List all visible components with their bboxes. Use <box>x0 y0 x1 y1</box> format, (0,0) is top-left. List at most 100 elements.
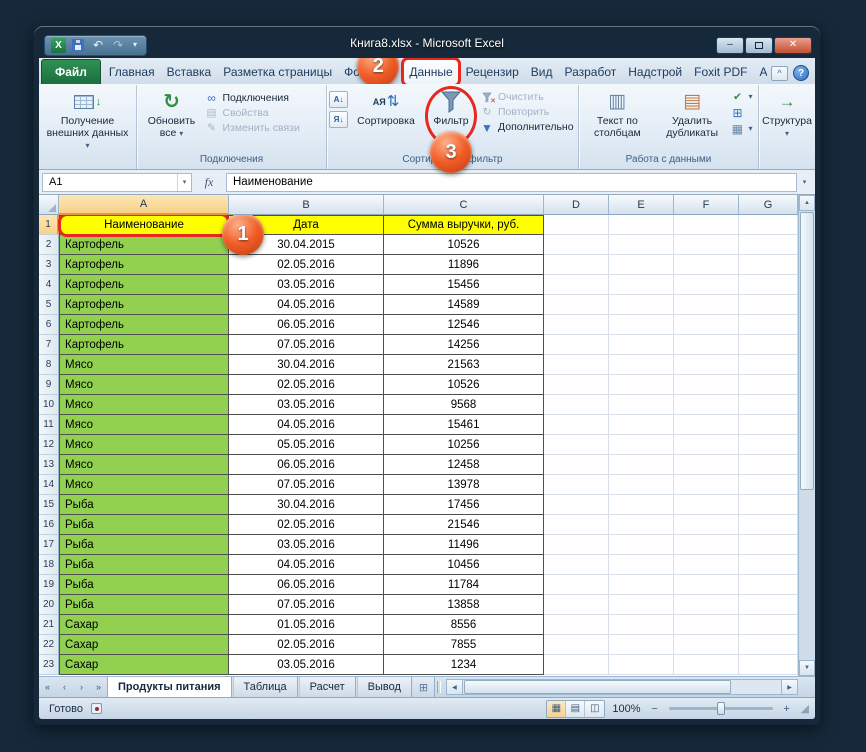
cell-E12[interactable] <box>609 435 674 455</box>
select-all-corner[interactable] <box>39 195 59 215</box>
first-sheet-button[interactable]: « <box>39 677 56 697</box>
row-header-20[interactable]: 20 <box>39 595 59 615</box>
cell-A7[interactable]: Картофель <box>59 335 229 355</box>
edit-links-button[interactable]: ✎Изменить связи <box>205 123 323 134</box>
cell-G7[interactable] <box>739 335 798 355</box>
row-header-21[interactable]: 21 <box>39 615 59 635</box>
scroll-down-button[interactable]: ▼ <box>799 660 815 676</box>
name-box-dropdown-icon[interactable]: ▾ <box>177 174 191 191</box>
scroll-right-button[interactable]: ▶ <box>781 680 797 694</box>
cell-D21[interactable] <box>544 615 609 635</box>
row-header-5[interactable]: 5 <box>39 295 59 315</box>
cell-G22[interactable] <box>739 635 798 655</box>
sort-descending-button[interactable]: Я↓ <box>329 111 348 128</box>
cell-B18[interactable]: 04.05.2016 <box>229 555 384 575</box>
cell-A23[interactable]: Сахар <box>59 655 229 675</box>
cell-G6[interactable] <box>739 315 798 335</box>
ribbon-tab-10[interactable]: Foxit PDF <box>688 60 753 84</box>
minimize-button[interactable]: – <box>716 37 744 54</box>
ribbon-tab-7[interactable]: Вид <box>525 60 559 84</box>
restore-button[interactable] <box>745 37 773 54</box>
cell-G16[interactable] <box>739 515 798 535</box>
cell-E8[interactable] <box>609 355 674 375</box>
cell-C2[interactable]: 10526 <box>384 235 544 255</box>
zoom-out-button[interactable]: − <box>648 703 662 715</box>
insert-worksheet-button[interactable]: ⊞ <box>413 677 435 697</box>
zoom-level-label[interactable]: 100% <box>612 703 640 715</box>
cell-C7[interactable]: 14256 <box>384 335 544 355</box>
cell-B14[interactable]: 07.05.2016 <box>229 475 384 495</box>
reapply-button[interactable]: ↻Повторить <box>480 107 576 118</box>
cell-D11[interactable] <box>544 415 609 435</box>
cell-C10[interactable]: 9568 <box>384 395 544 415</box>
close-button[interactable]: ✕ <box>774 37 812 54</box>
cell-C3[interactable]: 11896 <box>384 255 544 275</box>
cell-F2[interactable] <box>674 235 739 255</box>
cell-D7[interactable] <box>544 335 609 355</box>
cell-C15[interactable]: 17456 <box>384 495 544 515</box>
cell-A12[interactable]: Мясо <box>59 435 229 455</box>
row-header-3[interactable]: 3 <box>39 255 59 275</box>
row-header-16[interactable]: 16 <box>39 515 59 535</box>
cell-D14[interactable] <box>544 475 609 495</box>
cell-C21[interactable]: 8556 <box>384 615 544 635</box>
cell-D12[interactable] <box>544 435 609 455</box>
properties-button[interactable]: ▤Свойства <box>205 108 323 119</box>
ribbon-tab-4[interactable]: Формулы <box>338 60 402 84</box>
cell-B6[interactable]: 06.05.2016 <box>229 315 384 335</box>
cell-G13[interactable] <box>739 455 798 475</box>
cell-C9[interactable]: 10526 <box>384 375 544 395</box>
cell-F9[interactable] <box>674 375 739 395</box>
cell-B3[interactable]: 02.05.2016 <box>229 255 384 275</box>
outline-button[interactable]: → Структура ▾ <box>761 87 813 163</box>
sheet-tab-4[interactable]: Вывод <box>357 677 412 697</box>
cell-G2[interactable] <box>739 235 798 255</box>
cell-B19[interactable]: 06.05.2016 <box>229 575 384 595</box>
cell-F1[interactable] <box>674 215 739 235</box>
cell-G14[interactable] <box>739 475 798 495</box>
text-to-columns-button[interactable]: ▥ Текст по столбцам <box>581 87 654 151</box>
cell-E3[interactable] <box>609 255 674 275</box>
sort-button[interactable]: АЯ⇅ Сортировка <box>350 87 422 151</box>
cell-A14[interactable]: Мясо <box>59 475 229 495</box>
cell-D18[interactable] <box>544 555 609 575</box>
sheet-tab-3[interactable]: Расчет <box>299 677 356 697</box>
cell-B1[interactable]: Дата <box>229 215 384 235</box>
page-layout-view-button[interactable]: ▤ <box>566 701 585 717</box>
refresh-all-button[interactable]: ↻ Обновить все ▾ <box>141 87 203 151</box>
cell-E4[interactable] <box>609 275 674 295</box>
cell-E20[interactable] <box>609 595 674 615</box>
cell-G8[interactable] <box>739 355 798 375</box>
cell-D3[interactable] <box>544 255 609 275</box>
ribbon-tab-2[interactable]: Вставка <box>161 60 218 84</box>
cell-A16[interactable]: Рыба <box>59 515 229 535</box>
zoom-slider[interactable] <box>669 707 773 710</box>
cell-A19[interactable]: Рыба <box>59 575 229 595</box>
cell-C18[interactable]: 10456 <box>384 555 544 575</box>
cell-F10[interactable] <box>674 395 739 415</box>
cell-C16[interactable]: 21546 <box>384 515 544 535</box>
cell-A8[interactable]: Мясо <box>59 355 229 375</box>
row-header-6[interactable]: 6 <box>39 315 59 335</box>
cell-G1[interactable] <box>739 215 798 235</box>
cell-B10[interactable]: 03.05.2016 <box>229 395 384 415</box>
horizontal-scroll-track[interactable] <box>463 680 781 694</box>
page-break-view-button[interactable]: ◫ <box>585 701 604 717</box>
cell-F20[interactable] <box>674 595 739 615</box>
cell-E13[interactable] <box>609 455 674 475</box>
row-header-2[interactable]: 2 <box>39 235 59 255</box>
ribbon-tab-1[interactable]: Главная <box>103 60 161 84</box>
ribbon-tab-0[interactable]: Файл <box>41 59 101 84</box>
cell-F8[interactable] <box>674 355 739 375</box>
cell-A10[interactable]: Мясо <box>59 395 229 415</box>
cell-B4[interactable]: 03.05.2016 <box>229 275 384 295</box>
save-button[interactable] <box>70 37 86 53</box>
cell-E22[interactable] <box>609 635 674 655</box>
get-external-data-button[interactable]: ↓ Получение внешних данных ▾ <box>42 87 134 163</box>
data-validation-button[interactable]: ✔▾ <box>730 92 756 103</box>
ribbon-tab-11[interactable]: ABBYY PD <box>753 60 767 84</box>
cell-E11[interactable] <box>609 415 674 435</box>
cell-G9[interactable] <box>739 375 798 395</box>
cell-D6[interactable] <box>544 315 609 335</box>
cell-A3[interactable]: Картофель <box>59 255 229 275</box>
